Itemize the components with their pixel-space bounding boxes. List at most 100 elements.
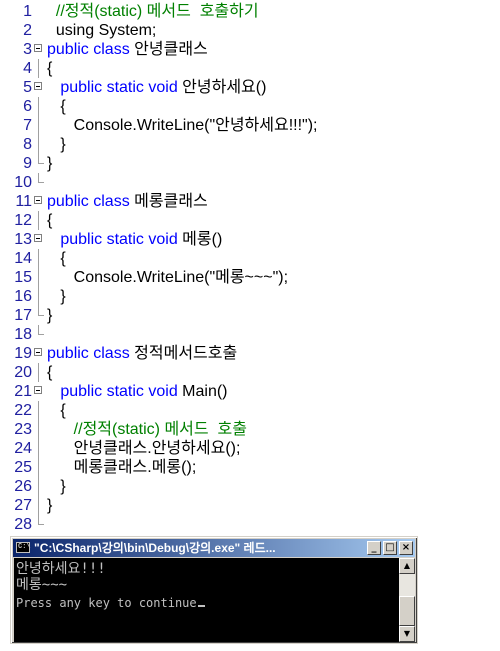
fold-line [38,439,39,458]
code-line[interactable]: 13 public static void 메롱() [0,230,500,249]
collapse-icon[interactable] [34,348,42,356]
line-number: 17 [14,307,32,324]
console-output-line: Press any key to continue [16,596,205,610]
maximize-button[interactable]: □ [383,541,397,555]
scrollbar-thumb[interactable] [399,596,415,626]
code-text: 메롱클래스.메롱(); [47,458,197,477]
code-line[interactable]: 5 public static void 안녕하세요() [0,78,500,97]
collapse-icon[interactable] [34,44,42,52]
code-token: 안녕하세요() [182,79,267,96]
line-number: 27 [14,497,32,514]
line-number: 10 [14,174,32,191]
keyword-token: public static void [47,79,183,96]
code-line[interactable]: 26 } [0,477,500,496]
fold-line [38,496,39,515]
code-text: { [47,249,65,268]
code-token: { [47,364,53,381]
code-token: } [47,288,66,305]
collapse-icon[interactable] [34,386,42,394]
code-line[interactable]: 14 { [0,249,500,268]
fold-end-marker [38,154,44,164]
code-line[interactable]: 15 Console.WriteLine("메롱~~~"); [0,268,500,287]
code-line[interactable]: 20 { [0,363,500,382]
code-editor[interactable]: 1 //정적(static) 메서드 호출하기 2 using System; 3 p… [0,0,500,536]
console-output-line: 메롱~~~ [16,577,68,593]
code-line[interactable]: 3 public class 안녕클래스 [0,40,500,59]
close-button[interactable]: × [399,541,413,555]
code-line[interactable]: 22 { [0,401,500,420]
code-line[interactable]: 19 public class 정적메서드호출 [0,344,500,363]
console-window[interactable]: C:\ "C:\CSharp\강의\bin\Debug\강의.exe" 레드..… [10,536,418,644]
fold-end-marker [38,325,44,335]
code-line[interactable]: 4{ [0,59,500,78]
press-key-prompt: Press any key to continue [16,596,197,610]
code-token: } [47,307,53,324]
code-token: 메롱() [182,231,223,248]
fold-line [38,268,39,287]
code-token: 정적메서드호출 [134,345,238,362]
fold-line [38,97,39,116]
scroll-down-icon[interactable]: ▼ [399,626,415,642]
code-token: 안녕클래스 [134,41,208,58]
code-text: } [47,477,65,496]
fold-line [38,211,39,230]
code-token: { [47,60,53,77]
code-text: { [47,211,52,230]
console-app-icon: C:\ [16,542,31,553]
fold-line [38,116,39,135]
console-window-title: "C:\CSharp\강의\bin\Debug\강의.exe" 레드... [34,541,276,555]
collapse-icon[interactable] [34,82,42,90]
code-token: Main() [182,383,228,400]
line-number: 8 [23,136,32,153]
code-line[interactable]: 21 public static void Main() [0,382,500,401]
fold-end-marker [38,306,44,316]
collapse-icon[interactable] [34,234,42,242]
code-line[interactable]: 16 } [0,287,500,306]
code-token: { [47,212,53,229]
line-number: 12 [14,212,32,229]
fold-line [38,420,39,439]
code-line[interactable]: 28 [0,515,500,534]
code-text: { [47,401,65,420]
console-title-bar[interactable]: C:\ "C:\CSharp\강의\bin\Debug\강의.exe" 레드..… [13,539,415,557]
keyword-token: public class [47,193,135,210]
code-line[interactable]: 25 메롱클래스.메롱(); [0,458,500,477]
code-line[interactable]: 24 안녕클래스.안녕하세요(); [0,439,500,458]
code-text: public class 메롱클래스 [47,192,208,211]
code-line[interactable]: 17} [0,306,500,325]
code-line[interactable]: 7 Console.WriteLine("안녕하세요!!!"); [0,116,500,135]
code-line[interactable]: 2 using System; [0,21,500,40]
line-number: 18 [14,326,32,343]
code-line[interactable]: 12 { [0,211,500,230]
code-line[interactable]: 10 [0,173,500,192]
console-output-line: 안녕하세요!!! [16,561,106,577]
console-scrollbar[interactable]: ▲ ▼ [399,558,415,642]
collapse-icon[interactable] [34,196,42,204]
code-text: } [47,496,52,515]
code-text: public static void Main() [47,382,228,401]
line-number: 5 [23,79,32,96]
keyword-token: public static void [47,383,183,400]
code-token: 메롱클래스.메롱(); [47,459,197,476]
line-number: 1 [23,3,32,20]
code-line[interactable]: 8 } [0,135,500,154]
scroll-up-icon[interactable]: ▲ [399,558,415,574]
code-line[interactable]: 11 public class 메롱클래스 [0,192,500,211]
code-line[interactable]: 6 { [0,97,500,116]
line-number: 23 [14,421,32,438]
fold-end-marker [38,173,44,183]
comment-token: //정적(static) 메서드 호출하기 [47,3,259,20]
code-line[interactable]: 9} [0,154,500,173]
line-number: 22 [14,402,32,419]
code-line[interactable]: 18 [0,325,500,344]
code-token: } [47,155,53,172]
code-line[interactable]: 23 //정적(static) 메서드 호출 [0,420,500,439]
line-number: 9 [23,155,32,172]
minimize-button[interactable]: _ [367,541,381,555]
code-text: 안녕클래스.안녕하세요(); [47,439,241,458]
console-output-area[interactable]: 안녕하세요!!! 메롱~~~ Press any key to continue [14,558,399,642]
code-line[interactable]: 1 //정적(static) 메서드 호출하기 [0,2,500,21]
code-line[interactable]: 27} [0,496,500,515]
code-token: } [47,497,53,514]
fold-line [38,458,39,477]
